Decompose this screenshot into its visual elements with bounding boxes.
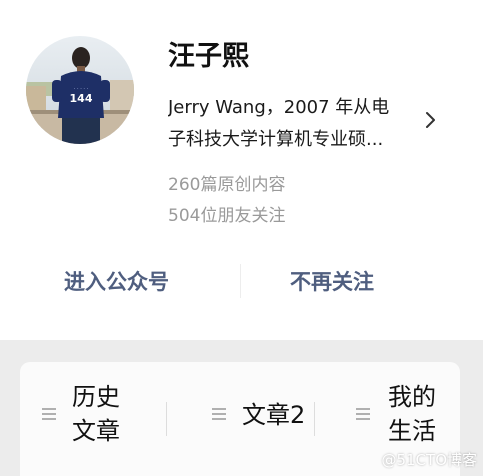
original-articles-count: 260篇原创内容 (168, 175, 286, 195)
friends-following-count: 504位朋友关注 (168, 206, 286, 226)
account-name: 汪子熙 (168, 41, 249, 72)
bio-line-2: 子科技大学计算机专业硕... (168, 129, 384, 150)
watermark: @51CTO博客 (381, 451, 477, 469)
jersey-number: 144 (70, 92, 93, 105)
account-profile-card: · · · · · 144 汪子熙 Jerry Wang，2007 年从电 子科… (0, 0, 483, 340)
enter-account-button[interactable]: 进入公众号 (64, 266, 169, 296)
account-bio[interactable]: Jerry Wang，2007 年从电 子科技大学计算机专业硕... (168, 92, 420, 156)
avatar[interactable]: · · · · · 144 (26, 36, 134, 144)
menu-item-article-2[interactable]: 文章2 (166, 362, 314, 476)
menu-item-label: 历史 文章 (72, 383, 120, 445)
chevron-right-icon[interactable] (420, 108, 440, 132)
bio-line-1: Jerry Wang，2007 年从电 (168, 97, 390, 118)
menu-item-label: 我的 生活 (388, 383, 436, 445)
action-bar: 进入公众号 不再关注 (0, 258, 483, 306)
menu-lines-icon (212, 408, 226, 420)
menu-lines-icon (42, 408, 56, 420)
menu-lines-icon (356, 408, 370, 420)
action-divider (240, 264, 241, 298)
unfollow-button[interactable]: 不再关注 (290, 266, 374, 296)
menu-item-history-articles[interactable]: 历史 文章 (20, 362, 166, 476)
profile-photo: · · · · · 144 (26, 36, 134, 144)
menu-item-label: 文章2 (242, 401, 306, 429)
